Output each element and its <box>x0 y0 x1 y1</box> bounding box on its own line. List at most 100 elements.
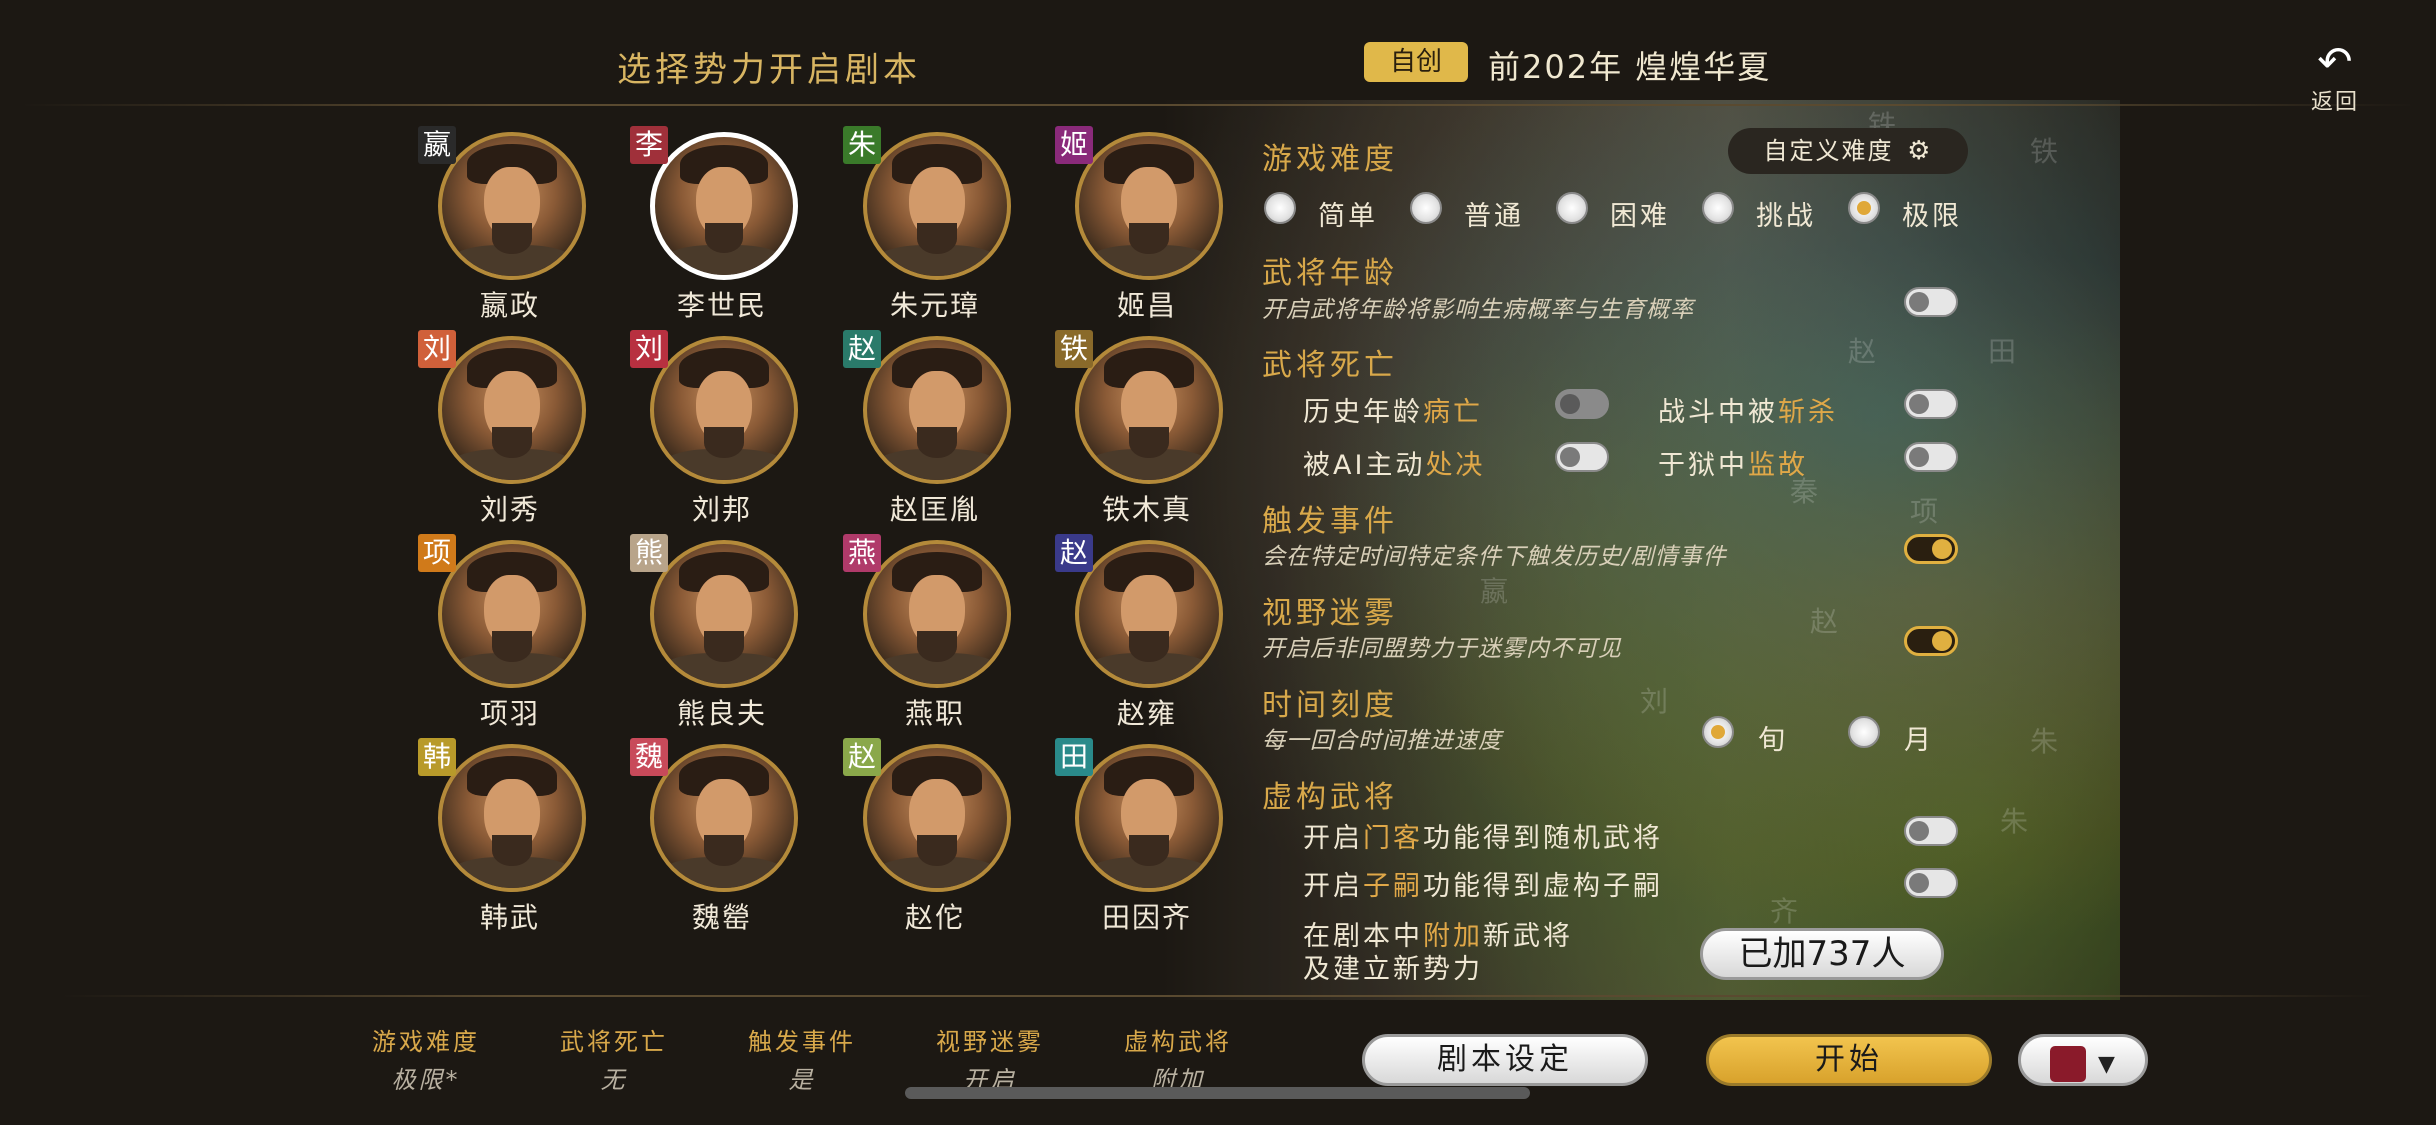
portrait-beard <box>704 630 744 662</box>
portrait-beard <box>492 834 532 866</box>
difficulty-label: 普通 <box>1464 201 1524 232</box>
character-card[interactable]: 赵赵匡胤 <box>825 330 1025 526</box>
character-name: 嬴政 <box>479 289 540 322</box>
difficulty-radio[interactable] <box>1702 192 1734 224</box>
fictional-retainer-hl: 门客 <box>1363 823 1423 854</box>
death-execute-label: 被AI主动处决 <box>1303 443 1485 482</box>
character-portrait <box>1075 744 1223 892</box>
difficulty-label: 简单 <box>1318 201 1378 232</box>
faction-tag: 刘 <box>630 330 668 368</box>
custom-difficulty-button[interactable]: 自定义难度 ⚙ <box>1728 128 1968 174</box>
summary-label: 视野迷雾 <box>936 1028 1044 1056</box>
character-card[interactable]: 刘刘邦 <box>612 330 812 526</box>
header-divider <box>20 104 2416 106</box>
fog-title: 视野迷雾 <box>1262 596 1398 631</box>
start-button[interactable]: 开始 <box>1706 1034 1992 1086</box>
death-illness-toggle[interactable] <box>1555 389 1609 419</box>
difficulty-radio[interactable] <box>1556 192 1588 224</box>
death-illness-pre: 历史年龄 <box>1303 397 1423 428</box>
character-card[interactable]: 韩韩武 <box>400 738 600 934</box>
death-prison-toggle[interactable] <box>1904 442 1958 472</box>
portrait-beard <box>704 426 744 458</box>
character-name: 朱元璋 <box>889 289 980 322</box>
death-title: 武将死亡 <box>1262 348 1398 383</box>
death-execute-toggle[interactable] <box>1555 442 1609 472</box>
map-region-label: 朱 <box>2030 725 2059 758</box>
back-button[interactable]: ↶ 返回 <box>2305 40 2365 116</box>
faction-tag: 李 <box>630 126 668 164</box>
character-card[interactable]: 刘刘秀 <box>400 330 600 526</box>
summary-label: 触发事件 <box>748 1028 856 1056</box>
death-battle-toggle[interactable] <box>1904 389 1958 419</box>
character-card[interactable]: 熊熊良夫 <box>612 534 812 730</box>
fictional-add-post: 新武将 <box>1483 921 1573 952</box>
portrait-beard <box>1129 834 1169 866</box>
map-region-label: 齐 <box>1770 895 1799 928</box>
time-option-xun[interactable] <box>1702 716 1734 748</box>
character-name: 魏罃 <box>691 901 752 934</box>
faction-tag: 韩 <box>418 738 456 776</box>
gear-icon: ⚙ <box>1907 136 1933 166</box>
fictional-heir-pre: 开启 <box>1303 871 1363 902</box>
portrait-beard <box>704 222 744 253</box>
faction-tag: 赵 <box>843 738 881 776</box>
character-portrait <box>650 132 798 280</box>
character-card[interactable]: 项项羽 <box>400 534 600 730</box>
map-region-label: 刘 <box>1640 685 1669 718</box>
summary-label: 武将死亡 <box>560 1028 668 1056</box>
character-card[interactable]: 赵赵佗 <box>825 738 1025 934</box>
faction-tag: 项 <box>418 534 456 572</box>
character-card[interactable]: 田田因齐 <box>1037 738 1237 934</box>
character-card[interactable]: 姬姬昌 <box>1037 126 1237 322</box>
death-battle-label: 战斗中被斩杀 <box>1658 390 1838 429</box>
difficulty-radio[interactable] <box>1264 192 1296 224</box>
horizontal-scrollbar[interactable] <box>905 1087 1530 1099</box>
character-name: 韩武 <box>479 901 540 934</box>
character-card[interactable]: 朱朱元璋 <box>825 126 1025 322</box>
character-card[interactable]: 嬴嬴政 <box>400 126 600 322</box>
time-option-month[interactable] <box>1848 716 1880 748</box>
character-card[interactable]: 燕燕职 <box>825 534 1025 730</box>
character-portrait <box>438 540 586 688</box>
character-portrait <box>438 744 586 892</box>
fictional-heir-toggle[interactable] <box>1904 868 1958 898</box>
character-name: 姬昌 <box>1116 289 1177 322</box>
portrait-beard <box>917 630 957 662</box>
character-card[interactable]: 魏魏罃 <box>612 738 812 934</box>
faction-tag: 赵 <box>843 330 881 368</box>
difficulty-label: 极限 <box>1902 201 1962 232</box>
portrait-beard <box>492 630 532 662</box>
difficulty-radio[interactable] <box>1410 192 1442 224</box>
death-prison-hl: 监故 <box>1748 450 1808 481</box>
added-generals-button[interactable]: 已加737人 <box>1700 928 1944 980</box>
character-portrait <box>650 540 798 688</box>
events-toggle[interactable] <box>1904 534 1958 564</box>
character-portrait <box>863 540 1011 688</box>
death-execute-pre: 被AI主动 <box>1303 450 1426 481</box>
chevron-down-icon: ▼ <box>2098 1052 2115 1077</box>
death-battle-pre: 战斗中被 <box>1658 397 1778 428</box>
summary-value: 无 <box>600 1066 628 1094</box>
fog-toggle[interactable] <box>1904 626 1958 656</box>
character-portrait <box>650 744 798 892</box>
faction-tag: 刘 <box>418 330 456 368</box>
character-card[interactable]: 赵赵雍 <box>1037 534 1237 730</box>
character-card[interactable]: 李李世民 <box>612 126 812 322</box>
summary-value: 是 <box>788 1066 816 1094</box>
scenario-settings-button[interactable]: 剧本设定 <box>1362 1034 1648 1086</box>
map-region-label: 嬴 <box>1480 575 1509 608</box>
faction-tag: 姬 <box>1055 126 1093 164</box>
age-title: 武将年龄 <box>1262 256 1398 291</box>
character-card[interactable]: 铁铁木真 <box>1037 330 1237 526</box>
fog-desc: 开启后非同盟势力于迷雾内不可见 <box>1262 636 1622 662</box>
events-desc: 会在特定时间特定条件下触发历史/剧情事件 <box>1262 544 1727 570</box>
age-toggle[interactable] <box>1904 287 1958 317</box>
difficulty-radio[interactable] <box>1848 192 1880 224</box>
portrait-beard <box>1129 426 1169 458</box>
fictional-heir-hl: 子嗣 <box>1363 871 1423 902</box>
faction-tag: 燕 <box>843 534 881 572</box>
death-prison-label: 于狱中监故 <box>1658 443 1808 482</box>
character-portrait <box>438 132 586 280</box>
character-portrait <box>650 336 798 484</box>
fictional-retainer-toggle[interactable] <box>1904 816 1958 846</box>
